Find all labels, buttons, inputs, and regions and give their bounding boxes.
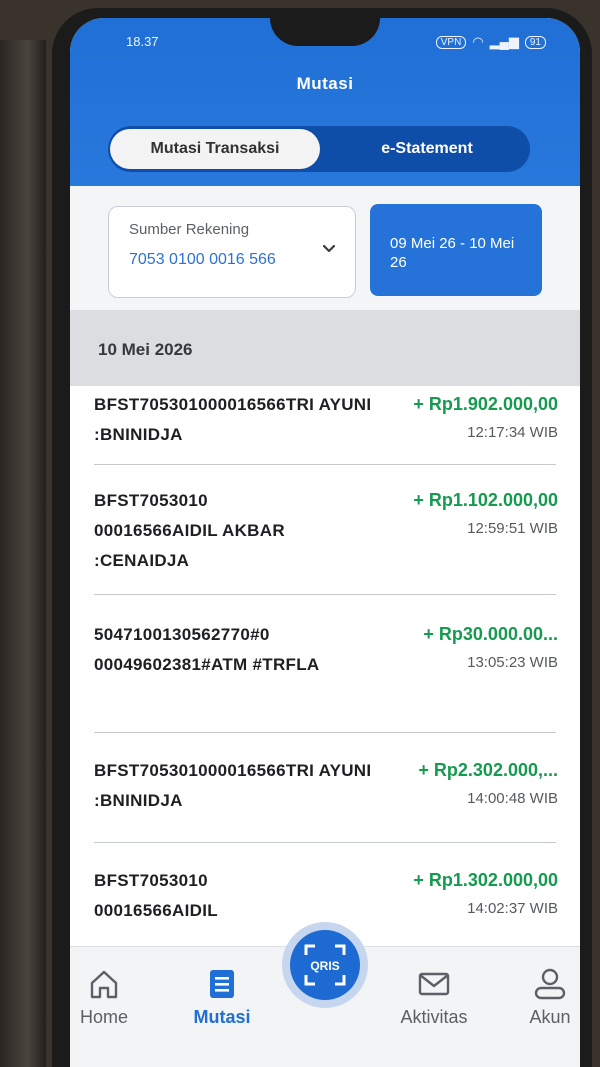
vpn-icon: VPN bbox=[435, 35, 467, 49]
nav-home-label: Home bbox=[79, 1007, 128, 1027]
transaction-row[interactable]: 5047100130562770#0 00049602381#ATM #TRFL… bbox=[70, 612, 580, 722]
date-group-header: 10 Mei 2026 bbox=[70, 310, 580, 386]
signal-icon: ▂▄▆ bbox=[489, 34, 519, 49]
qris-icon: QRIS bbox=[304, 944, 346, 986]
date-range-button[interactable]: 09 Mei 26 - 10 Mei 26 bbox=[370, 204, 542, 296]
nav-aktivitas-label: Aktivitas bbox=[400, 1007, 468, 1027]
date-range-text: 09 Mei 26 - 10 Mei 26 bbox=[390, 235, 515, 271]
account-source-selector[interactable]: Sumber Rekening 7053 0100 0016 566 bbox=[108, 206, 356, 298]
transaction-amount: + Rp1.102.000,00 bbox=[413, 490, 558, 510]
app-screen: 18.37 VPN ◠ ▂▄▆ 91 Mutasi Mutasi Transak… bbox=[70, 18, 580, 1067]
qris-button[interactable]: QRIS bbox=[282, 922, 368, 1008]
qris-label: QRIS bbox=[310, 959, 339, 973]
divider bbox=[94, 842, 556, 843]
transaction-row[interactable]: BFST705301000016566TRI AYUNI :BNINIDJA +… bbox=[70, 750, 580, 840]
transaction-description: 5047100130562770#0 00049602381#ATM #TRFL… bbox=[94, 625, 320, 674]
transaction-amount: + Rp1.302.000,00 bbox=[413, 870, 558, 890]
account-number: 7053 0100 0016 566 bbox=[129, 251, 276, 268]
nav-akun-label: Akun bbox=[529, 1007, 571, 1027]
transaction-amount: + Rp2.302.000,... bbox=[418, 760, 558, 780]
date-group-label: 10 Mei 2026 bbox=[98, 340, 193, 359]
source-label: Sumber Rekening bbox=[129, 221, 250, 238]
nav-aktivitas[interactable]: Aktivitas bbox=[374, 967, 494, 1028]
adjacent-device bbox=[0, 40, 46, 1067]
transaction-row[interactable]: BFST7053010 00016566AIDIL AKBAR :CENAIDJ… bbox=[70, 482, 580, 592]
transaction-amount: + Rp30.000.00... bbox=[423, 624, 558, 644]
mail-icon bbox=[418, 972, 450, 996]
page-title: Mutasi bbox=[296, 74, 354, 93]
chevron-down-icon bbox=[322, 244, 336, 253]
tab-e-statement[interactable]: e-Statement bbox=[332, 126, 522, 172]
battery-icon: 91 bbox=[524, 35, 546, 49]
transaction-list: BFST705301000016566TRI AYUNI :BNINIDJA +… bbox=[70, 386, 580, 946]
user-icon bbox=[534, 968, 566, 1000]
transaction-time: 12:59:51 WIB bbox=[467, 520, 558, 537]
transaction-description: BFST705301000016566TRI AYUNI :BNINIDJA bbox=[94, 761, 372, 810]
tab-mutasi-transaksi[interactable]: Mutasi Transaksi bbox=[110, 129, 320, 169]
app-header: 18.37 VPN ◠ ▂▄▆ 91 Mutasi Mutasi Transak… bbox=[70, 18, 580, 186]
transaction-description: BFST705301000016566TRI AYUNI :BNINIDJA bbox=[94, 395, 372, 444]
divider bbox=[94, 732, 556, 733]
status-time: 18.37 bbox=[126, 34, 159, 49]
tab-bar: Mutasi Transaksi e-Statement bbox=[108, 126, 530, 172]
nav-mutasi-label: Mutasi bbox=[193, 1007, 251, 1027]
nav-mutasi[interactable]: Mutasi bbox=[162, 967, 282, 1028]
transaction-time: 13:05:23 WIB bbox=[467, 654, 558, 671]
home-icon bbox=[90, 970, 118, 999]
divider bbox=[94, 594, 556, 595]
wifi-icon: ◠ bbox=[472, 34, 484, 49]
transaction-amount: + Rp1.902.000,00 bbox=[413, 394, 558, 414]
transaction-description: BFST7053010 00016566AIDIL bbox=[94, 871, 218, 920]
receipt-icon bbox=[210, 970, 234, 998]
divider bbox=[94, 464, 556, 465]
transaction-time: 14:00:48 WIB bbox=[467, 790, 558, 807]
nav-home[interactable]: Home bbox=[70, 967, 164, 1028]
transaction-description: BFST7053010 00016566AIDIL AKBAR :CENAIDJ… bbox=[94, 491, 285, 570]
transaction-time: 12:17:34 WIB bbox=[467, 424, 558, 441]
nav-akun[interactable]: Akun bbox=[490, 967, 580, 1028]
transaction-time: 14:02:37 WIB bbox=[467, 900, 558, 917]
transaction-row[interactable]: BFST705301000016566TRI AYUNI :BNINIDJA +… bbox=[70, 386, 580, 464]
status-bar: 18.37 VPN ◠ ▂▄▆ 91 bbox=[126, 34, 546, 54]
